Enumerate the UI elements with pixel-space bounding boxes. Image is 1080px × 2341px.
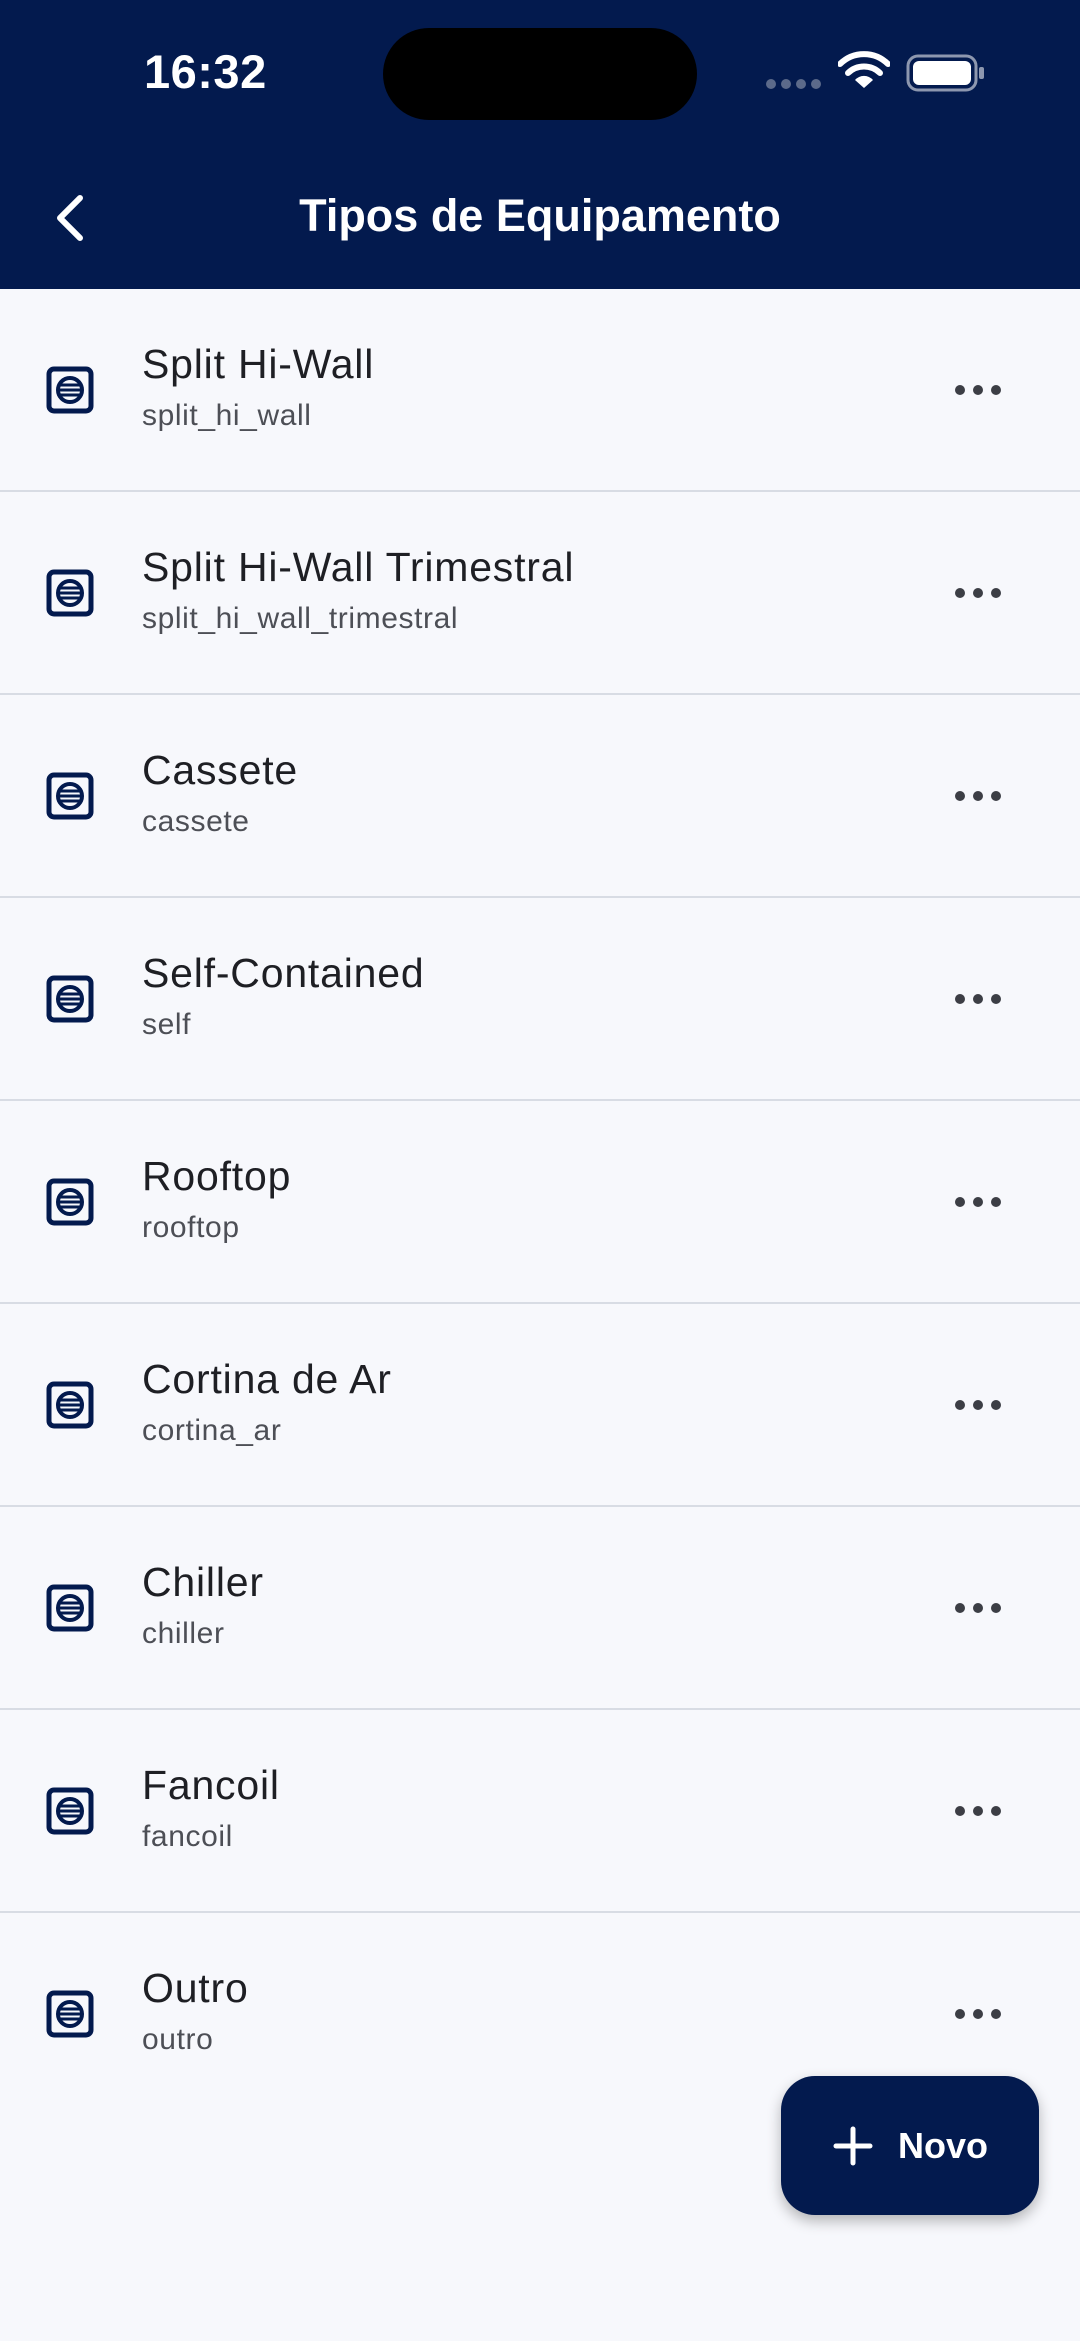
item-title: Cassete [142, 747, 299, 793]
item-title: Outro [142, 1965, 249, 2011]
wifi-icon [838, 51, 890, 88]
more-options-icon[interactable] [952, 982, 1004, 1016]
item-title: Self-Contained [142, 950, 425, 996]
new-item-button[interactable]: Novo [781, 2076, 1039, 2215]
more-options-icon[interactable] [952, 576, 1004, 610]
item-code: split_hi_wall [142, 399, 312, 432]
item-code: fancoil [142, 1820, 233, 1853]
equipment-type-list: Split Hi-Wall split_hi_wall Split Hi-Wal… [0, 289, 1080, 2116]
plus-icon [833, 2126, 873, 2165]
more-options-icon[interactable] [952, 1591, 1004, 1625]
air-vent-icon [46, 569, 94, 617]
status-time: 16:32 [144, 45, 267, 98]
more-options-icon[interactable] [952, 1997, 1004, 2031]
more-options-icon[interactable] [952, 1185, 1004, 1219]
cellular-signal-icon [766, 79, 822, 89]
list-item[interactable]: Rooftop rooftop [0, 1101, 1080, 1304]
list-item[interactable]: Split Hi-Wall split_hi_wall [0, 289, 1080, 492]
more-options-icon[interactable] [952, 1388, 1004, 1422]
new-item-label: Novo [898, 2124, 988, 2166]
air-vent-icon [46, 1178, 94, 1226]
list-item[interactable]: Cortina de Ar cortina_ar [0, 1304, 1080, 1507]
list-item[interactable]: Chiller chiller [0, 1507, 1080, 1710]
item-code: cassete [142, 805, 250, 838]
item-code: cortina_ar [142, 1414, 282, 1447]
item-title: Split Hi-Wall Trimestral [142, 544, 575, 590]
item-title: Fancoil [142, 1762, 280, 1808]
dynamic-island [383, 28, 697, 120]
item-code: rooftop [142, 1211, 240, 1244]
air-vent-icon [46, 1381, 94, 1429]
item-title: Chiller [142, 1559, 264, 1605]
air-vent-icon [46, 772, 94, 820]
more-options-icon[interactable] [952, 373, 1004, 407]
air-vent-icon [46, 975, 94, 1023]
air-vent-icon [46, 366, 94, 414]
more-options-icon[interactable] [952, 779, 1004, 813]
more-options-icon[interactable] [952, 1794, 1004, 1828]
item-code: split_hi_wall_trimestral [142, 602, 459, 635]
list-item[interactable]: Split Hi-Wall Trimestral split_hi_wall_t… [0, 492, 1080, 695]
page-title: Tipos de Equipamento [299, 190, 781, 241]
item-code: chiller [142, 1617, 225, 1650]
list-item[interactable]: Self-Contained self [0, 898, 1080, 1101]
item-title: Rooftop [142, 1153, 292, 1199]
air-vent-icon [46, 1584, 94, 1632]
item-code: self [142, 1008, 192, 1041]
air-vent-icon [46, 1787, 94, 1835]
item-title: Split Hi-Wall [142, 341, 375, 387]
item-code: outro [142, 2023, 214, 2056]
air-vent-icon [46, 1990, 94, 2038]
battery-icon [906, 54, 984, 92]
list-item[interactable]: Fancoil fancoil [0, 1710, 1080, 1913]
list-item[interactable]: Cassete cassete [0, 695, 1080, 898]
app-bar: 16:32 Tipos de Equipamento [0, 0, 1080, 289]
item-title: Cortina de Ar [142, 1356, 392, 1402]
